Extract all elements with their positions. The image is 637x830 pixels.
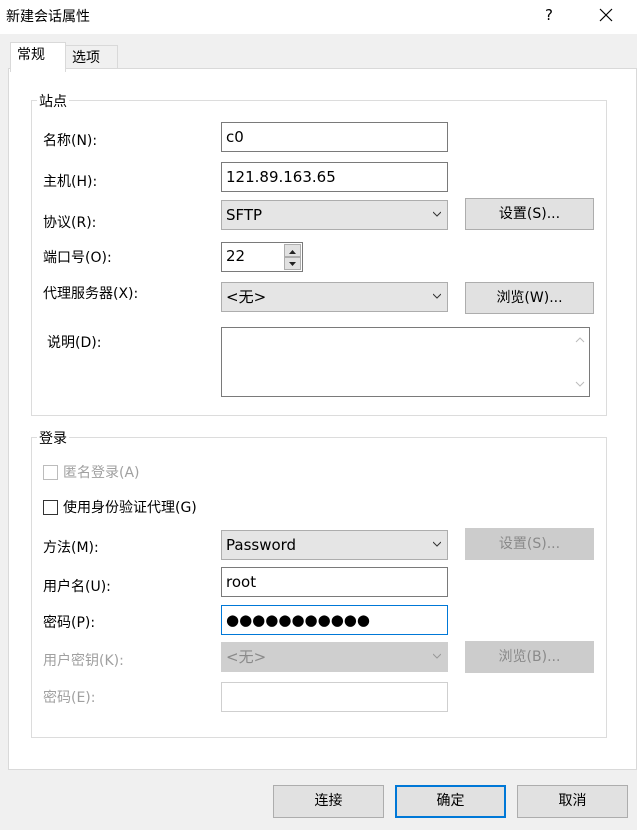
passphrase-input[interactable] — [221, 682, 448, 712]
host-input[interactable]: 121.89.163.65 — [221, 162, 448, 192]
password-input[interactable]: ●●●●●●●●●●● — [221, 605, 448, 635]
port-decrement-button[interactable] — [284, 257, 301, 270]
method-settings-button[interactable]: 设置(S)... — [465, 528, 594, 560]
help-button[interactable]: ? — [542, 6, 556, 24]
user-key-select[interactable]: <无> — [221, 642, 448, 672]
anonymous-label: 匿名登录(A) — [63, 465, 140, 481]
connect-button[interactable]: 连接 — [273, 785, 384, 818]
passphrase-label: 密码(E): — [43, 690, 96, 706]
username-input[interactable]: root — [221, 567, 448, 597]
protocol-select-value: SFTP — [226, 206, 263, 224]
user-key-select-value: <无> — [226, 648, 267, 666]
proxy-select-value: <无> — [226, 288, 267, 306]
tab-general[interactable]: 常规 — [10, 42, 66, 72]
protocol-settings-button[interactable]: 设置(S)... — [465, 198, 594, 230]
description-label: 说明(D): — [47, 335, 102, 351]
protocol-label: 协议(R): — [43, 215, 97, 231]
user-key-label: 用户密钥(K): — [43, 653, 124, 669]
port-label: 端口号(O): — [43, 250, 112, 266]
scroll-down-icon[interactable] — [575, 380, 585, 388]
caret-down-icon — [289, 262, 296, 266]
host-label: 主机(H): — [43, 174, 98, 190]
chevron-down-icon — [433, 541, 441, 547]
method-select[interactable]: Password — [221, 530, 448, 560]
description-textarea[interactable] — [221, 327, 590, 397]
user-key-browse-button[interactable]: 浏览(B)... — [465, 641, 594, 673]
port-increment-button[interactable] — [284, 244, 301, 257]
name-input[interactable]: c0 — [221, 122, 448, 152]
proxy-browse-button[interactable]: 浏览(W)... — [465, 282, 594, 314]
chevron-down-icon — [433, 653, 441, 659]
ok-button[interactable]: 确定 — [395, 785, 506, 818]
auth-agent-checkbox[interactable] — [43, 500, 58, 515]
chevron-down-icon — [433, 211, 441, 217]
password-label: 密码(P): — [43, 615, 96, 631]
chevron-down-icon — [433, 293, 441, 299]
proxy-label: 代理服务器(X): — [43, 286, 139, 302]
site-group-title: 站点 — [37, 91, 69, 111]
title-bar: 新建会话属性 ? — [0, 0, 637, 34]
method-label: 方法(M): — [43, 540, 99, 556]
auth-agent-label: 使用身份验证代理(G) — [63, 500, 197, 516]
protocol-select[interactable]: SFTP — [221, 200, 448, 230]
method-select-value: Password — [226, 536, 297, 554]
cancel-button[interactable]: 取消 — [517, 785, 628, 818]
login-group-title: 登录 — [37, 428, 69, 448]
tab-general-label: 常规 — [17, 47, 45, 63]
username-label: 用户名(U): — [43, 579, 111, 595]
proxy-select[interactable]: <无> — [221, 282, 448, 312]
scroll-up-icon[interactable] — [575, 336, 585, 344]
tab-options-label: 选项 — [72, 50, 100, 66]
close-icon[interactable] — [597, 6, 615, 24]
name-label: 名称(N): — [43, 133, 98, 149]
anonymous-checkbox[interactable] — [43, 465, 58, 480]
port-value: 22 — [226, 247, 246, 265]
port-stepper[interactable]: 22 — [221, 242, 303, 272]
caret-up-icon — [289, 250, 296, 254]
window-title: 新建会话属性 — [6, 9, 90, 25]
